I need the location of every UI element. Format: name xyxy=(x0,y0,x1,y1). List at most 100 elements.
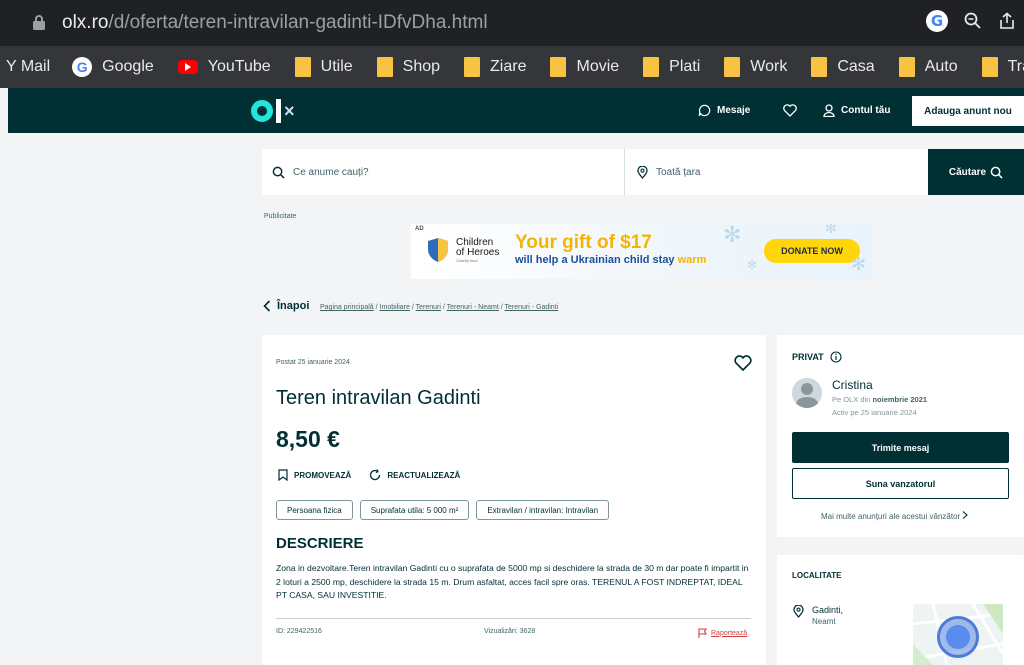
account-link[interactable]: Contul tău xyxy=(823,104,890,117)
chevron-left-icon xyxy=(263,300,271,312)
back-link[interactable]: Înapoi xyxy=(263,300,309,312)
description-text: Zona in dezvoltare.Teren intravilan Gadi… xyxy=(276,563,749,600)
folder-icon xyxy=(643,57,660,77)
call-seller-button[interactable]: Suna vanzatorul xyxy=(792,468,1009,499)
shield-icon xyxy=(428,238,448,262)
bookmark-label: Shop xyxy=(402,58,441,75)
info-icon[interactable] xyxy=(830,351,842,363)
bookmark-folder-movie[interactable]: Movie xyxy=(550,57,619,77)
refresh-button[interactable]: REACTUALIZEAZĂ xyxy=(369,469,460,481)
bookmark-folder-work[interactable]: Work xyxy=(724,57,787,77)
charity-sub: Charity fund xyxy=(456,258,478,263)
more-seller-ads-link[interactable]: Mai multe anunțuri ale acestui vânzător xyxy=(821,511,969,521)
bookmark-folder-utile[interactable]: Utile xyxy=(294,57,353,77)
bookmark-label: YouTube xyxy=(207,58,271,75)
refresh-label: REACTUALIZEAZĂ xyxy=(387,470,461,480)
listing-tags: Persoana fizica Suprafata utila: 5 000 m… xyxy=(276,500,610,520)
promote-button[interactable]: PROMOVEAZĂ xyxy=(278,469,351,481)
bookmark-folder-shop[interactable]: Shop xyxy=(376,57,441,77)
tag-seller-type: Persoana fizica xyxy=(276,500,353,520)
snowflake-icon: ✻ xyxy=(825,224,837,236)
folder-icon xyxy=(464,57,481,77)
search-input[interactable]: Ce anume cauți? xyxy=(262,149,624,195)
bookmark-label: Plati xyxy=(669,58,701,75)
site-header: × Mesaje Contul tău Adauga anunt nou xyxy=(8,88,1024,133)
bookmark-label: Casa xyxy=(837,58,875,75)
breadcrumb-item[interactable]: Terenuri - Neamt xyxy=(447,304,499,311)
bookmark-folder-casa[interactable]: Casa xyxy=(811,57,875,77)
bookmark-label: Work xyxy=(750,58,788,75)
donate-button[interactable]: DONATE NOW xyxy=(764,239,860,263)
bookmark-folder-travel[interactable]: Travel xyxy=(981,57,1024,77)
location-county: Neamt xyxy=(812,617,836,626)
location-name: Gadinti, xyxy=(812,605,844,615)
folder-icon xyxy=(898,57,915,77)
bookmark-mail[interactable]: Y Mail xyxy=(6,58,50,76)
breadcrumb-item[interactable]: Terenuri - Gadinti xyxy=(505,304,559,311)
chat-bubble-icon xyxy=(698,104,711,117)
folder-icon xyxy=(724,57,741,77)
promote-label: PROMOVEAZĂ xyxy=(294,470,352,480)
account-label: Contul tău xyxy=(841,105,891,116)
bookmark-youtube[interactable]: YouTube xyxy=(177,58,271,76)
bookmark-google[interactable]: G Google xyxy=(72,57,154,77)
bookmark-folder-ziare[interactable]: Ziare xyxy=(464,57,526,77)
snowflake-icon: ✻ xyxy=(851,254,867,274)
bookmark-folder-auto[interactable]: Auto xyxy=(898,57,958,77)
bookmark-label: Ziare xyxy=(490,58,527,75)
location-heading: LOCALITATE xyxy=(792,571,842,580)
olx-logo[interactable]: × xyxy=(251,99,295,123)
listing-actions: PROMOVEAZĂ REACTUALIZEAZĂ xyxy=(278,469,460,481)
url-path: /d/oferta/teren-intravilan-gadinti-IDfvD… xyxy=(108,12,488,33)
ad-subline-accent: warm xyxy=(677,254,707,266)
favorite-heart-icon[interactable] xyxy=(734,355,752,371)
location-map[interactable] xyxy=(913,604,1003,665)
location-pin-icon xyxy=(637,165,648,179)
tag-surface: Suprafata utila: 5 000 m² xyxy=(359,500,470,520)
posted-date: Postat 25 ianuarie 2024 xyxy=(276,359,350,366)
bookmarks-bar: Y Mail G Google YouTube Utile Shop Ziare … xyxy=(0,46,1024,88)
seller-active: Activ pe 25 ianuarie 2024 xyxy=(832,408,917,417)
share-icon[interactable] xyxy=(998,12,1016,30)
location-placeholder: Toată țara xyxy=(656,166,701,178)
url-field[interactable]: olx.ro/d/oferta/teren-intravilan-gadinti… xyxy=(62,12,488,34)
breadcrumb-item[interactable]: Terenuri xyxy=(416,304,441,311)
bookmark-folder-plati[interactable]: Plati xyxy=(643,57,700,77)
tag-zoning: Extravilan / intravilan: Intravilan xyxy=(476,500,610,520)
youtube-icon xyxy=(177,60,198,74)
browser-address-bar: olx.ro/d/oferta/teren-intravilan-gadinti… xyxy=(0,0,1024,46)
snowflake-icon: ✻ xyxy=(747,258,758,272)
folder-icon xyxy=(811,57,828,77)
seller-type: PRIVAT xyxy=(792,351,842,363)
view-count: Vizualizări: 3628 xyxy=(484,628,536,635)
bookmark-label: Auto xyxy=(924,58,958,75)
add-listing-button[interactable]: Adauga anunt nou xyxy=(912,96,1024,126)
folder-icon xyxy=(550,57,567,77)
google-account-icon[interactable]: G xyxy=(926,10,948,32)
chevron-right-icon xyxy=(963,511,969,519)
breadcrumb-item[interactable]: Imobiliare xyxy=(380,304,410,311)
map-area-marker xyxy=(937,616,979,658)
search-placeholder: Ce anume cauți? xyxy=(293,166,369,178)
ad-subline-text: will help a Ukrainian child stay xyxy=(515,254,675,266)
report-link[interactable]: Raportează xyxy=(698,628,747,638)
search-button[interactable]: Căutare xyxy=(928,149,1024,195)
snowflake-icon: ✻ xyxy=(723,224,742,247)
breadcrumb: Pagina principală / Imobiliare / Terenur… xyxy=(320,304,559,311)
charity-line2: of Heroes xyxy=(456,247,500,258)
more-seller-ads-label: Mai multe anunțuri ale acestui vânzător xyxy=(821,512,961,521)
favorites-heart-icon[interactable] xyxy=(783,104,797,117)
ad-banner[interactable]: AD Children of Heroes Charity fund Your gi… xyxy=(411,224,873,279)
divider xyxy=(276,618,751,619)
location-input[interactable]: Toată țara xyxy=(624,149,928,195)
folder-icon xyxy=(376,57,393,77)
bookmark-label: Travel xyxy=(1007,58,1024,75)
breadcrumb-item[interactable]: Pagina principală xyxy=(320,304,374,311)
ad-tag: AD xyxy=(415,226,424,232)
zoom-icon[interactable] xyxy=(964,12,982,30)
send-message-button[interactable]: Trimite mesaj xyxy=(792,432,1009,463)
url-host: olx.ro xyxy=(62,12,109,33)
messages-link[interactable]: Mesaje xyxy=(698,104,750,117)
flag-icon xyxy=(698,628,707,638)
listing-id: ID: 229422516 xyxy=(276,628,322,635)
